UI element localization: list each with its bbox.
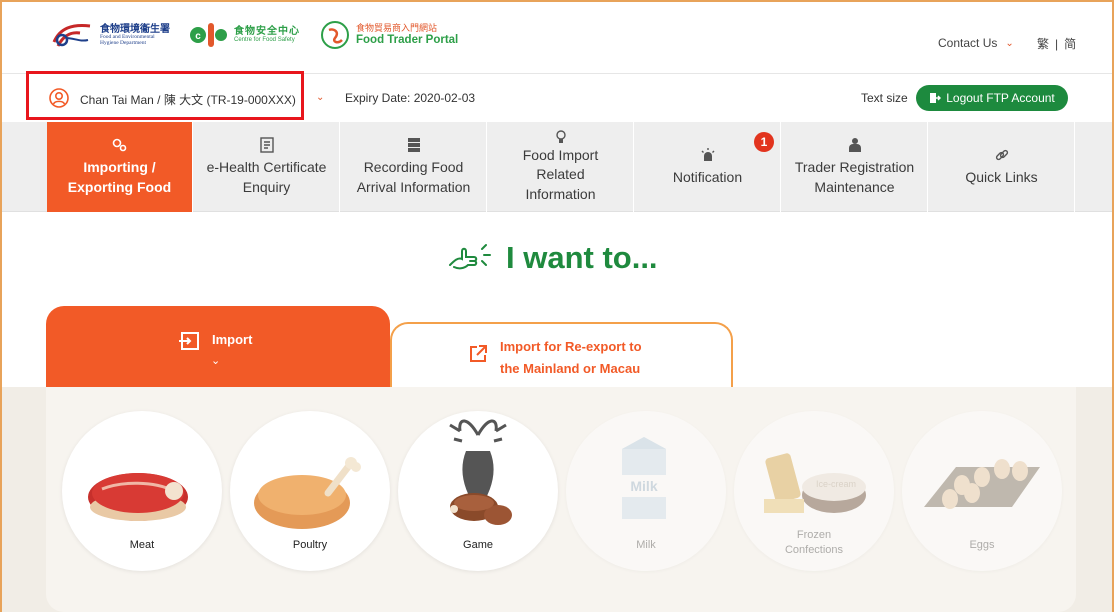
chevron-down-icon[interactable]: ⌄: [316, 92, 324, 103]
fehd-logo-icon: [52, 24, 91, 47]
nav-item-quick-links[interactable]: Quick Links: [929, 122, 1075, 212]
contact-us-menu[interactable]: Contact Us ⌄: [938, 36, 1014, 50]
food-label-line2: Confections: [784, 544, 844, 557]
lang-simplified-link[interactable]: 简: [1064, 37, 1076, 51]
lightbulb-icon: [555, 130, 567, 144]
food-label: Eggs: [969, 539, 995, 551]
food-item-meat[interactable]: Meat: [62, 411, 222, 571]
svg-text:c: c: [195, 31, 201, 42]
certificate-icon: [259, 136, 274, 154]
nav-label: Trader Registration Maintenance: [794, 159, 915, 195]
food-label-line1: Frozen: [796, 529, 832, 541]
food-label: Poultry: [292, 539, 328, 551]
i-want-to-heading: I want to...: [448, 240, 658, 276]
nav-label: Notification: [672, 169, 743, 186]
cfs-logo-icon: c: [190, 23, 227, 47]
food-item-eggs[interactable]: Eggs: [902, 411, 1062, 571]
record-icon: [407, 136, 421, 154]
food-item-frozen-confections[interactable]: Ice-cream Frozen Confections: [734, 411, 894, 571]
nav-item-recording-arrival[interactable]: Recording Food Arrival Information: [341, 122, 487, 212]
nav-label: Importing / Exporting Food: [67, 159, 172, 195]
external-link-icon: [470, 345, 487, 362]
tab-label-line2: the Mainland or Macau: [500, 361, 641, 377]
import-icon: [179, 332, 199, 350]
nav-label: Quick Links: [965, 169, 1038, 186]
ice-cream-tub-text: Ice-cream: [815, 479, 856, 489]
expiry-date: Expiry Date: 2020-02-03: [345, 91, 476, 105]
food-label: Meat: [129, 539, 155, 551]
food-label: Game: [463, 539, 493, 551]
contact-us-label: Contact Us: [938, 36, 998, 50]
food-item-game[interactable]: Game: [398, 411, 558, 571]
user-circle-icon: [49, 88, 69, 108]
user-bar: Chan Tai Man / 陳 大文 (TR-19-000XXX) ⌄ Exp…: [2, 71, 1112, 122]
food-label: Frozen Confections: [734, 528, 894, 559]
lang-separator: |: [1055, 37, 1059, 51]
ftp-logo-icon: [321, 21, 349, 49]
notification-badge: 1: [754, 132, 774, 152]
fehd-logo[interactable]: 食物環境衞生署 Food and Environmental Hygiene D…: [50, 20, 170, 52]
nav-item-ehealth[interactable]: e-Health Certificate Enquiry: [194, 122, 340, 212]
food-item-poultry[interactable]: Poultry: [230, 411, 390, 571]
main-nav: Importing / Exporting Food e-Health Cert…: [2, 122, 1112, 212]
fehd-logo-en2: Hygiene Department: [100, 40, 146, 47]
tab-import-reexport[interactable]: Import for Re-export to the Mainland or …: [390, 322, 733, 388]
food-label: Milk: [636, 539, 656, 551]
nav-overflow: [1076, 122, 1112, 212]
person-icon: [848, 136, 862, 154]
ftp-logo-zh: 食物貿易商入門網站: [356, 23, 438, 34]
logout-button[interactable]: Logout FTP Account: [916, 85, 1068, 111]
nav-item-importing-exporting[interactable]: Importing / Exporting Food: [47, 122, 193, 212]
chevron-down-icon: ⌄: [211, 355, 221, 367]
user-account-name[interactable]: Chan Tai Man / 陳 大文 (TR-19-000XXX): [80, 91, 296, 108]
milk-carton-text: Milk: [630, 478, 658, 494]
cfs-logo[interactable]: c 食物安全中心 Centre for Food Safety: [188, 20, 300, 50]
nav-label: e-Health Certificate Enquiry: [206, 159, 327, 195]
cfs-logo-zh: 食物安全中心: [234, 25, 300, 37]
tab-import[interactable]: Import ⌄: [46, 306, 390, 387]
food-item-milk[interactable]: Milk Milk: [566, 411, 726, 571]
link-icon: [994, 146, 1010, 164]
nav-label: Recording Food Arrival Information: [356, 159, 471, 195]
pointing-hand-icon: [449, 244, 491, 270]
logout-label: Logout FTP Account: [946, 91, 1055, 105]
nav-label: Food Import Related Information: [522, 147, 599, 202]
chevron-down-icon: ⌄: [1005, 37, 1014, 49]
site-header: 食物環境衞生署 Food and Environmental Hygiene D…: [2, 2, 1112, 74]
ftp-logo[interactable]: 食物貿易商入門網站 Food Trader Portal: [320, 20, 458, 50]
siren-icon: [700, 146, 716, 164]
nav-item-food-import-info[interactable]: Food Import Related Information: [488, 122, 634, 212]
nav-item-trader-registration[interactable]: Trader Registration Maintenance: [782, 122, 928, 212]
logout-icon: [930, 93, 942, 103]
text-size-label[interactable]: Text size: [861, 91, 908, 105]
cfs-logo-en: Centre for Food Safety: [234, 37, 295, 44]
page-heading: I want to...: [506, 240, 658, 275]
import-export-icon: [111, 136, 129, 154]
tab-label-line1: Import for Re-export to: [500, 339, 642, 354]
tab-label: Import: [212, 332, 253, 347]
language-switcher: 繁 | 简: [1034, 35, 1079, 52]
ftp-logo-en: Food Trader Portal: [356, 33, 459, 46]
lang-traditional-link[interactable]: 繁: [1037, 37, 1049, 51]
